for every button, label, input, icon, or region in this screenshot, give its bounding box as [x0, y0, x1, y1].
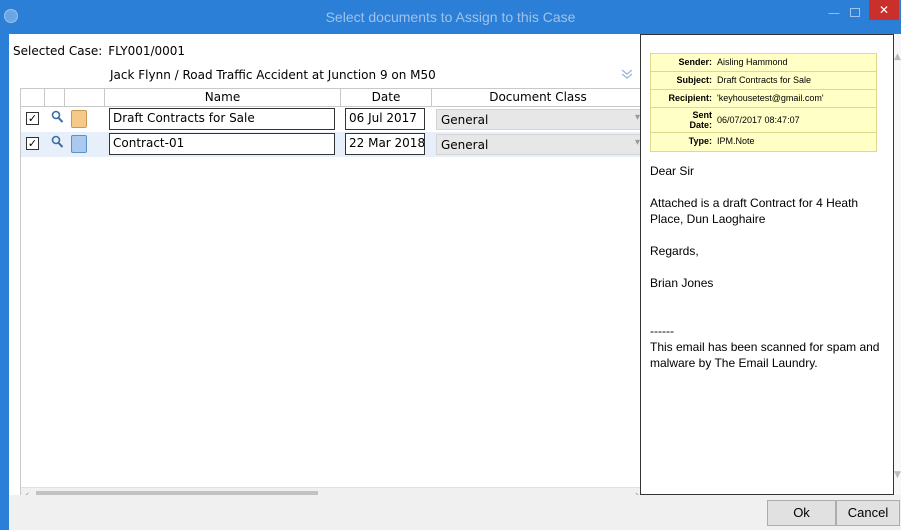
case-description: Jack Flynn / Road Traffic Accident at Ju…: [110, 68, 436, 82]
document-class-select[interactable]: General ▾: [436, 134, 644, 155]
window-title: Select documents to Assign to this Case: [325, 9, 576, 25]
document-date-field[interactable]: 06 Jul 2017: [345, 108, 425, 130]
table-row[interactable]: ✓ Draft Contracts for Sale 06 Jul 2017 G…: [21, 107, 644, 132]
scroll-up-icon[interactable]: ▲: [894, 52, 901, 62]
document-name-field[interactable]: Contract-01: [109, 133, 335, 155]
magnifier-icon[interactable]: [51, 110, 64, 128]
document-name-field[interactable]: Draft Contracts for Sale: [109, 108, 335, 130]
selected-case: Selected Case: FLY001/0001: [13, 44, 185, 58]
sender-value: Aisling Hammond: [717, 57, 788, 67]
sender-row: Sender: Aisling Hammond: [651, 54, 876, 72]
sender-label: Sender:: [678, 57, 712, 67]
collapse-chevron-icon[interactable]: [620, 67, 634, 81]
subject-row: Subject: Draft Contracts for Sale: [651, 72, 876, 90]
document-class-select[interactable]: General ▾: [436, 109, 644, 130]
header-icon-column: [65, 89, 105, 106]
selected-case-id: FLY001/0001: [108, 44, 186, 58]
maximize-button[interactable]: [850, 8, 860, 17]
window-left-border: [0, 34, 9, 530]
title-bar: Select documents to Assign to this Case …: [0, 0, 901, 34]
subject-value: Draft Contracts for Sale: [717, 75, 812, 85]
sent-date-value: 06/07/2017 08:47:07: [717, 115, 800, 125]
documents-grid: Name Date Document Class ✓ Draft Contrac…: [20, 88, 645, 503]
sent-date-row: Sent Date: 06/07/2017 08:47:07: [651, 108, 876, 133]
cancel-button[interactable]: Cancel: [836, 500, 900, 526]
recipient-row: Recipient: 'keyhousetest@gmail.com': [651, 90, 876, 108]
grid-header: Name Date Document Class: [21, 89, 644, 107]
recipient-label: Recipient:: [668, 93, 712, 103]
vertical-scrollbar[interactable]: ▲ ▼: [894, 34, 901, 495]
body-paragraph: ------ This email has been scanned for s…: [650, 324, 880, 370]
ok-button[interactable]: Ok: [767, 500, 836, 526]
table-row[interactable]: ✓ Contract-01 22 Mar 2018 General ▾: [21, 132, 644, 157]
email-icon: [71, 110, 87, 128]
document-date-field[interactable]: 22 Mar 2018: [345, 133, 425, 155]
subject-label: Subject:: [676, 75, 712, 85]
type-value: IPM.Note: [717, 136, 755, 146]
button-bar: Ok Cancel: [9, 495, 901, 530]
body-paragraph: Regards,: [650, 244, 699, 258]
header-document-class[interactable]: Document Class: [432, 89, 644, 106]
document-icon: [71, 135, 87, 153]
body-paragraph: Dear Sir: [650, 164, 695, 178]
header-name[interactable]: Name: [105, 89, 341, 106]
email-body: Dear Sir Attached is a draft Contract fo…: [650, 163, 886, 387]
magnifier-icon[interactable]: [51, 135, 64, 153]
email-preview-pane: Sender: Aisling Hammond Subject: Draft C…: [640, 34, 894, 495]
document-class-value: General: [441, 113, 489, 127]
body-paragraph: Attached is a draft Contract for 4 Heath…: [650, 196, 859, 226]
type-label: Type:: [688, 136, 712, 146]
email-metadata: Sender: Aisling Hammond Subject: Draft C…: [650, 53, 877, 152]
scroll-down-icon[interactable]: ▼: [894, 470, 901, 480]
header-check-column: [21, 89, 45, 106]
sent-date-label: Sent Date:: [689, 110, 712, 130]
minimize-button[interactable]: —: [828, 6, 842, 20]
selected-case-label: Selected Case:: [13, 44, 103, 58]
header-view-column: [45, 89, 65, 106]
documents-panel: Selected Case: FLY001/0001 Jack Flynn / R…: [9, 34, 645, 503]
type-row: Type: IPM.Note: [651, 133, 876, 151]
header-date[interactable]: Date: [341, 89, 432, 106]
close-button[interactable]: ✕: [869, 0, 899, 20]
body-paragraph: Brian Jones: [650, 276, 714, 290]
recipient-value: 'keyhousetest@gmail.com': [717, 93, 824, 103]
document-class-value: General: [441, 138, 489, 152]
row-checkbox[interactable]: ✓: [26, 137, 39, 150]
row-checkbox[interactable]: ✓: [26, 112, 39, 125]
